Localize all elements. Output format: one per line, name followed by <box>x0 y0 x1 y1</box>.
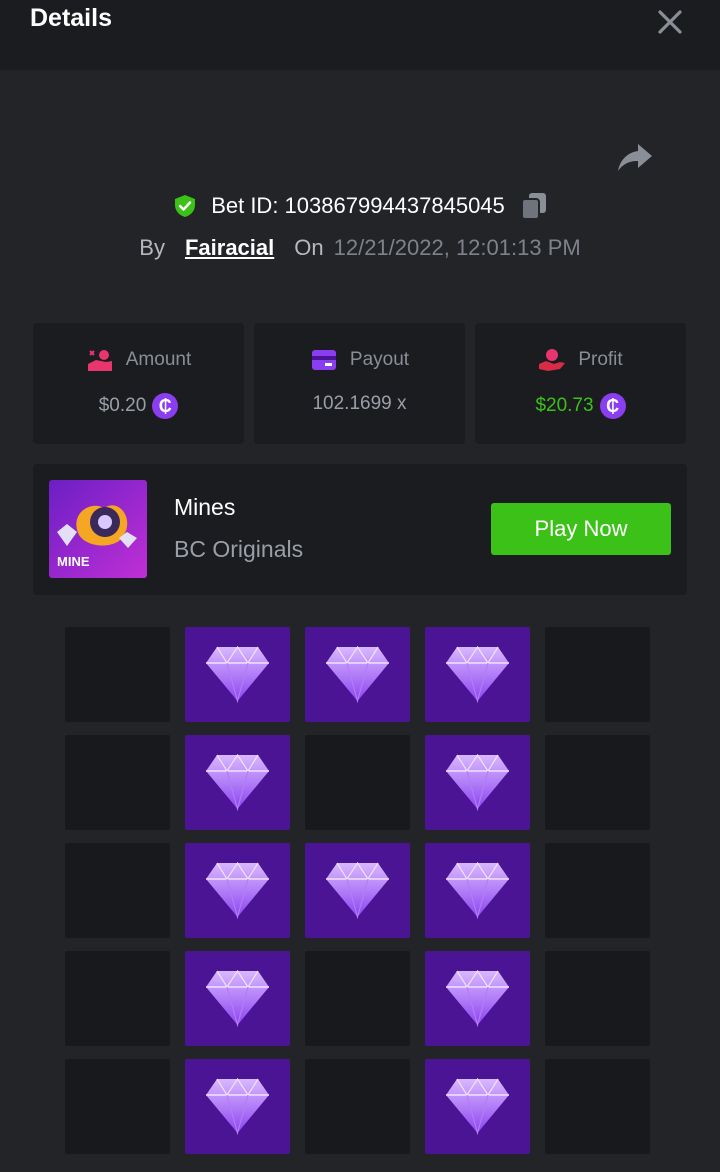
stat-label: Amount <box>125 349 192 370</box>
gem-tile <box>185 1059 290 1154</box>
diamond-icon <box>206 969 269 1028</box>
diamond-icon <box>446 969 509 1028</box>
game-thumbnail[interactable]: MINE <box>49 480 147 578</box>
bet-meta-row: By Fairacial On 12/21/2022, 12:01:13 PM <box>0 232 720 264</box>
diamond-icon <box>206 645 269 704</box>
gem-tile <box>185 951 290 1046</box>
close-icon[interactable] <box>656 8 684 36</box>
on-label: On <box>294 235 324 260</box>
diamond-icon <box>446 645 509 704</box>
gem-tile <box>185 735 290 830</box>
empty-tile <box>65 843 170 938</box>
diamond-icon <box>206 1077 269 1136</box>
money-hand-icon <box>87 350 112 371</box>
diamond-icon <box>446 1077 509 1136</box>
shield-check-icon <box>175 195 196 217</box>
empty-tile <box>545 1059 650 1154</box>
gem-tile <box>425 1059 530 1154</box>
stat-payout: Payout 102.1699 x <box>254 323 465 444</box>
diamond-icon <box>206 861 269 920</box>
empty-tile <box>545 843 650 938</box>
mines-game-icon: MINE <box>49 480 147 578</box>
game-provider: BC Originals <box>174 536 304 562</box>
play-now-button[interactable]: Play Now <box>491 503 671 555</box>
gem-tile <box>305 843 410 938</box>
diamond-icon <box>446 861 509 920</box>
empty-tile <box>545 951 650 1046</box>
empty-tile <box>65 735 170 830</box>
gem-tile <box>425 843 530 938</box>
card-icon <box>311 350 336 370</box>
user-link[interactable]: Fairacial <box>185 235 274 261</box>
diamond-icon <box>326 645 389 704</box>
stat-value: $0.20 <box>98 395 147 416</box>
gem-tile <box>425 735 530 830</box>
game-name: Mines <box>174 494 236 520</box>
details-header: Details <box>0 0 720 70</box>
gem-tile <box>425 627 530 722</box>
coin-icon: ₵ <box>599 393 626 419</box>
empty-tile <box>545 627 650 722</box>
copy-icon[interactable] <box>520 192 547 220</box>
gem-tile <box>185 627 290 722</box>
diamond-icon <box>206 753 269 812</box>
stat-value: $20.73 <box>535 395 594 416</box>
gem-tile <box>305 627 410 722</box>
by-label: By <box>139 235 165 260</box>
empty-tile <box>305 1059 410 1154</box>
empty-tile <box>65 627 170 722</box>
stat-value: 102.1699 x <box>312 393 407 414</box>
diamond-icon <box>326 861 389 920</box>
coin-icon: ₵ <box>152 393 179 419</box>
stat-profit: Profit $20.73 ₵ <box>475 323 686 444</box>
thumb-label: MINE <box>57 554 90 569</box>
empty-tile <box>65 1059 170 1154</box>
profit-hand-icon <box>539 349 566 371</box>
page-title: Details <box>30 4 112 32</box>
gem-tile <box>425 951 530 1046</box>
stat-amount: Amount $0.20 ₵ <box>33 323 244 444</box>
empty-tile <box>305 951 410 1046</box>
empty-tile <box>305 735 410 830</box>
empty-tile <box>65 951 170 1046</box>
stat-label: Payout <box>349 349 410 370</box>
bet-id: Bet ID: 103867994437845045 <box>211 193 505 218</box>
stat-label: Profit <box>578 349 623 370</box>
mines-grid <box>65 627 650 1167</box>
empty-tile <box>545 735 650 830</box>
gem-tile <box>185 843 290 938</box>
bet-date: 12/21/2022, 12:01:13 PM <box>333 235 581 260</box>
bet-id-row: Bet ID: 103867994437845045 <box>0 188 720 224</box>
game-card: MINE Mines BC Originals Play Now <box>33 464 687 595</box>
diamond-icon <box>446 753 509 812</box>
share-icon[interactable] <box>616 140 654 174</box>
